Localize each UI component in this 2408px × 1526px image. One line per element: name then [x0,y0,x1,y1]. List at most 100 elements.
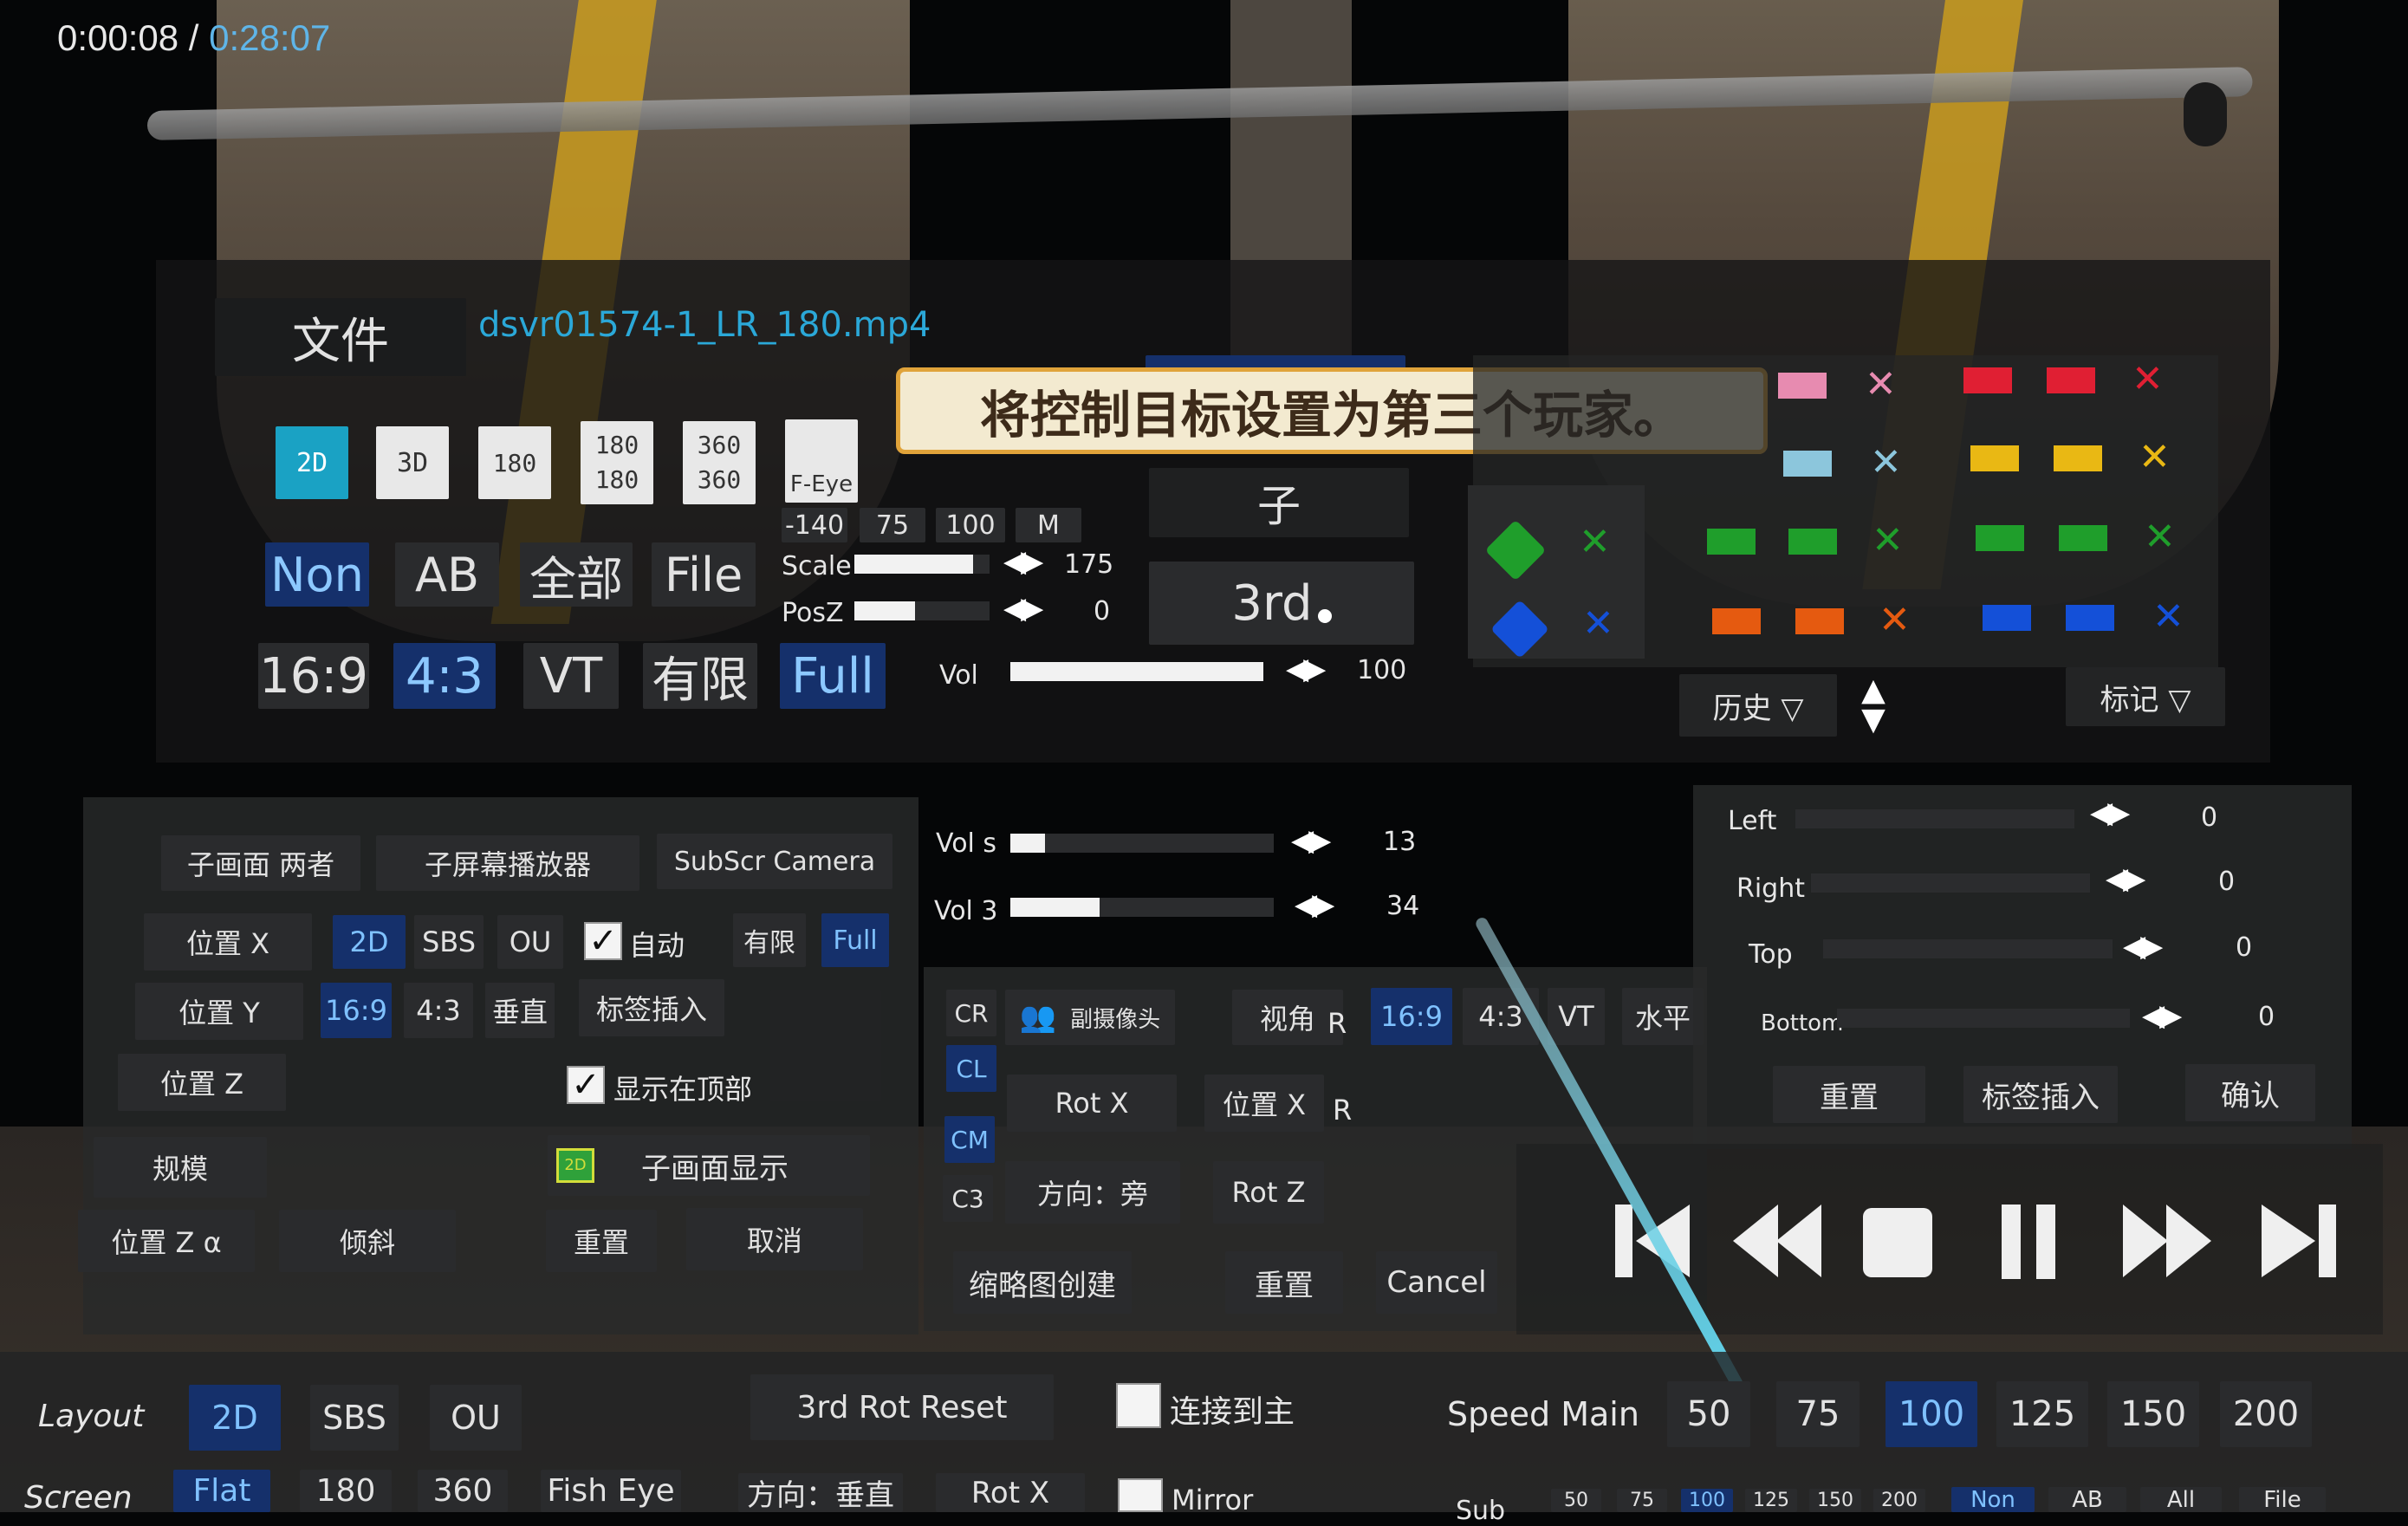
third-player-button[interactable]: 3rd [1149,562,1414,645]
sub-camera-button[interactable]: 👥 副摄像头 [1005,990,1175,1045]
marker-red-delete[interactable]: ✕ [2132,357,2164,401]
posz-arrows[interactable]: ◀▶ [1003,591,1043,626]
sub-mode-file[interactable]: File [2239,1487,2326,1513]
sub-tag-insert-button[interactable]: 标签插入 [579,979,724,1036]
mark-dropdown[interactable]: 标记 ▽ [2066,667,2225,726]
format-3d-button[interactable]: 3D [376,426,449,499]
pause-icon[interactable] [2002,1205,2055,1279]
marker-lightblue[interactable] [1783,451,1832,477]
marker-green-delete-2[interactable]: ✕ [2144,515,2176,559]
format-fisheye-button[interactable]: F-Eye [785,419,858,503]
cam-cl-button[interactable]: CL [946,1045,996,1092]
marker-pink[interactable] [1778,373,1827,399]
speed-75-button[interactable]: 75 [1776,1381,1860,1447]
rewind-icon[interactable] [1733,1205,1821,1277]
auto-checkbox[interactable]: ✓ [584,922,622,960]
thumbnail-create-button[interactable]: 缩略图创建 [953,1251,1132,1314]
cam-reset-button[interactable]: 重置 [1225,1251,1343,1314]
marker-yellow-2[interactable] [2054,445,2102,471]
cam-cancel-button[interactable]: Cancel [1376,1251,1497,1314]
sub-speed-200[interactable]: 200 [1873,1489,1925,1512]
marker-blue-gem-delete[interactable]: ✕ [1582,601,1614,646]
scale-button[interactable]: 规模 [94,1137,267,1198]
sub-speed-50[interactable]: 50 [1551,1489,1601,1512]
marker-green-4[interactable] [2059,525,2107,551]
cam-pos-x-button[interactable]: 位置 X [1204,1075,1324,1132]
sub-reset-button[interactable]: 重置 [546,1210,657,1272]
aspect-4-3-button[interactable]: 4:3 [393,643,496,709]
sub-limited-button[interactable]: 有限 [733,913,806,967]
layout-2d-button[interactable]: 2D [189,1385,281,1451]
tab-sub-player[interactable]: 子屏幕播放器 [376,835,639,891]
pos-x-button[interactable]: 位置 X [144,913,312,971]
marker-lightblue-delete[interactable]: ✕ [1870,440,1902,484]
pos-z-button[interactable]: 位置 Z [118,1054,286,1111]
sub-mode-non[interactable]: Non [1951,1487,2035,1513]
sub-display-button[interactable]: 2D 子画面显示 [548,1135,870,1196]
vol-3-arrows[interactable]: ◀▶ [1295,887,1334,922]
layout-sbs-button[interactable]: SBS [310,1385,399,1451]
show-on-top-checkbox[interactable]: ✓ [567,1066,605,1104]
aspect-limited-button[interactable]: 有限 [643,643,757,709]
vol-3-slider[interactable] [1010,898,1274,917]
file-button[interactable]: 文件 [215,298,466,376]
marker-red-2[interactable] [2047,367,2095,393]
marker-green-gem-delete[interactable]: ✕ [1579,520,1611,564]
crop-bottom-slider[interactable] [1837,1009,2130,1028]
bottom-rot-x-button[interactable]: Rot X [936,1473,1085,1512]
screen-180-button[interactable]: 180 [300,1470,392,1512]
screen-360-button[interactable]: 360 [418,1470,508,1512]
cam-cr-button[interactable]: CR [946,990,996,1036]
marker-orange-delete[interactable]: ✕ [1879,598,1911,642]
direction-vertical-button[interactable]: 方向：垂直 [738,1473,903,1513]
rot-reset-button[interactable]: 3rd Rot Reset [750,1374,1054,1440]
crop-top-slider[interactable] [1823,939,2113,958]
crop-left-arrows[interactable]: ◀▶ [2090,795,2130,830]
mode-non-button[interactable]: Non [265,542,369,607]
marker-yellow-delete[interactable]: ✕ [2139,435,2171,479]
marker-blue-2[interactable] [2066,605,2114,631]
preset-75[interactable]: 75 [860,508,925,542]
preset-100[interactable]: 100 [936,508,1005,542]
cam-16-9-button[interactable]: 16:9 [1371,988,1452,1045]
tab-subscr-camera[interactable]: SubScr Camera [657,834,892,889]
sub-vertical-button[interactable]: 垂直 [485,983,555,1038]
marker-green-delete-1[interactable]: ✕ [1872,518,1904,562]
speed-150-button[interactable]: 150 [2107,1381,2199,1447]
crop-top-arrows[interactable]: ◀▶ [2123,929,2163,964]
mirror-checkbox[interactable] [1118,1478,1163,1512]
speed-125-button[interactable]: 125 [1996,1381,2088,1447]
aspect-full-button[interactable]: Full [780,643,886,709]
marker-orange-1[interactable] [1712,608,1761,634]
mode-ab-button[interactable]: AB [395,542,499,607]
vol-s-slider[interactable] [1010,834,1274,853]
marker-green-3[interactable] [1976,525,2024,551]
seek-handle[interactable] [2184,82,2227,146]
posz-slider[interactable] [854,601,990,620]
skip-forward-icon[interactable] [2262,1205,2336,1277]
sub-speed-100[interactable]: 100 [1681,1489,1733,1512]
preset-minus140[interactable]: -140 [782,508,847,542]
marker-blue-1[interactable] [1983,605,2031,631]
view-angle-button[interactable]: 视角 [1232,990,1343,1045]
cam-c3-button[interactable]: C3 [943,1175,993,1222]
marker-green-2[interactable] [1788,529,1837,555]
sub-speed-125[interactable]: 125 [1745,1489,1797,1512]
sub-speed-75[interactable]: 75 [1617,1489,1667,1512]
crop-tag-insert-button[interactable]: 标签插入 [1963,1066,2118,1123]
aspect-16-9-button[interactable]: 16:9 [258,643,369,709]
tab-sub-both[interactable]: 子画面 两者 [161,835,360,891]
vol-s-arrows[interactable]: ◀▶ [1291,823,1331,858]
crop-right-arrows[interactable]: ◀▶ [2106,861,2145,896]
fast-forward-icon[interactable] [2123,1205,2211,1277]
cam-vt-button[interactable]: VT [1548,988,1605,1045]
screen-fisheye-button[interactable]: Fish Eye [541,1470,681,1512]
vol-slider[interactable] [1010,662,1263,681]
mode-file-button[interactable]: File [652,542,756,607]
crop-bottom-arrows[interactable]: ◀▶ [2142,998,2182,1033]
speed-50-button[interactable]: 50 [1667,1381,1750,1447]
pos-y-button[interactable]: 位置 Y [135,983,303,1040]
speed-100-button[interactable]: 100 [1886,1381,1977,1447]
direction-side-button[interactable]: 方向：旁 [1005,1161,1180,1224]
marker-yellow-1[interactable] [1970,445,2019,471]
